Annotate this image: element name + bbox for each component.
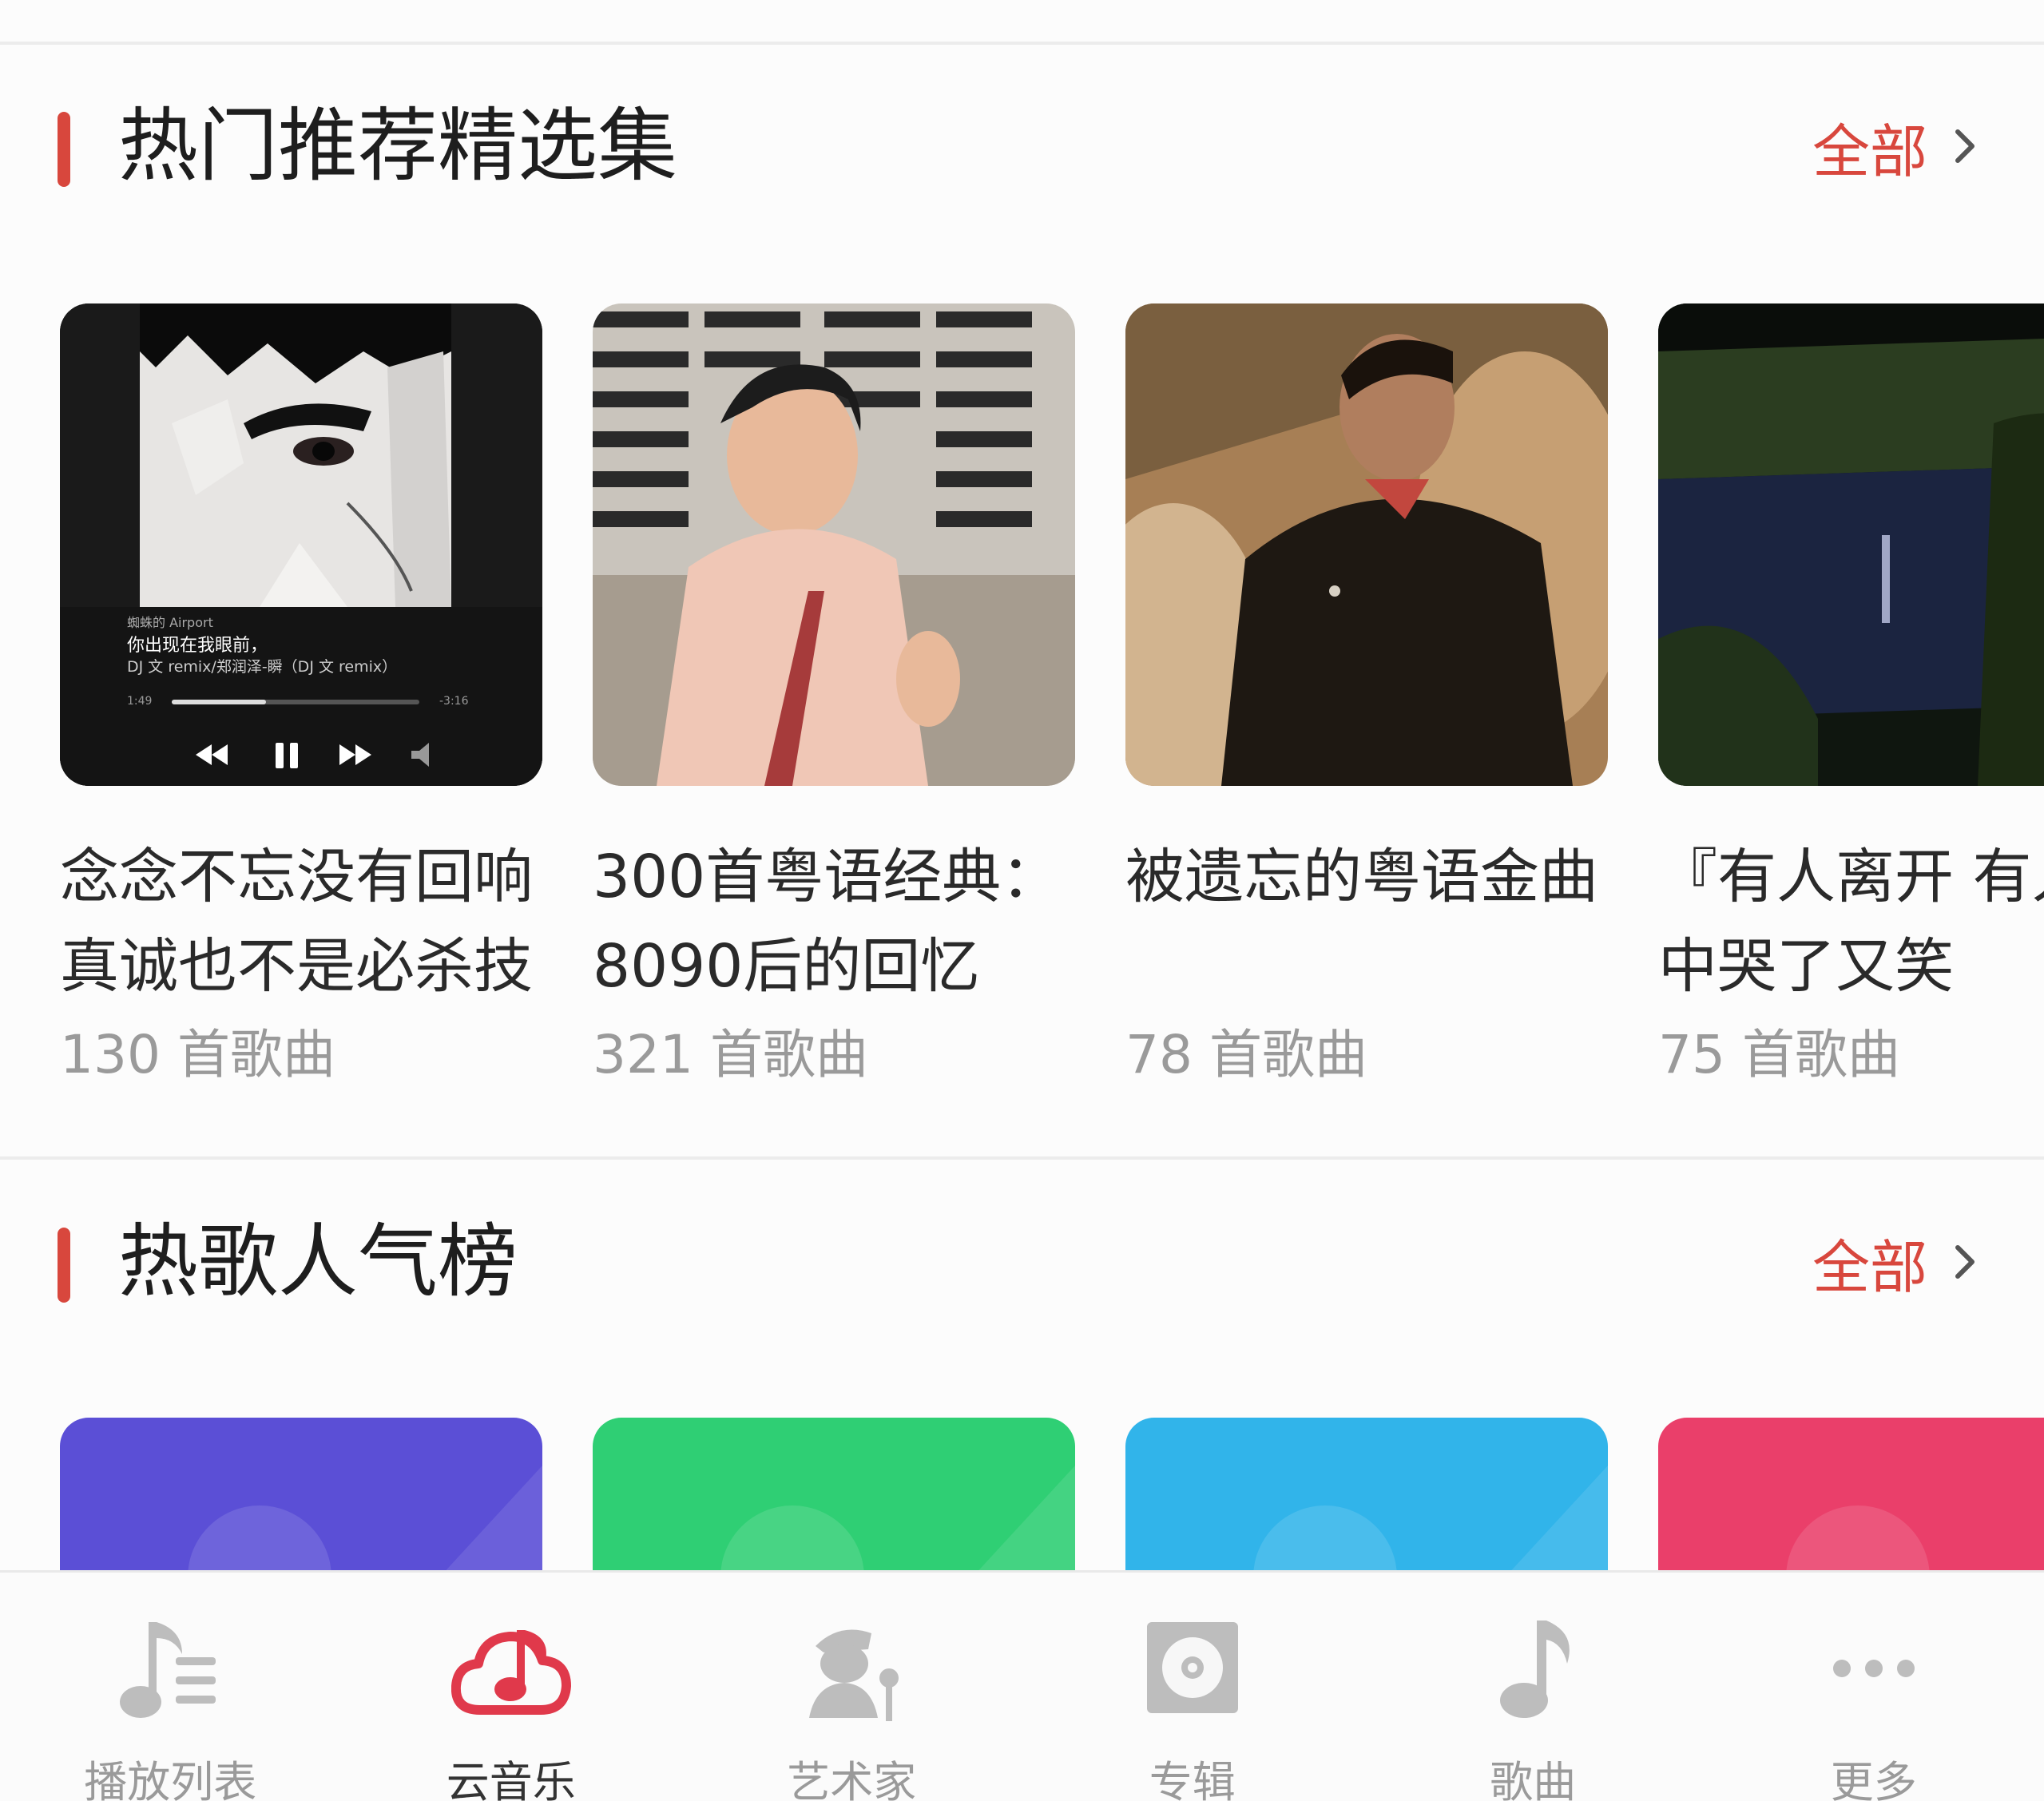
- playlist-title: 『有人离开 有人在雨中哭了又笑: [1658, 843, 2044, 1001]
- photo-laughing-man: [593, 303, 1075, 786]
- featured-section-header: 热门推荐精选集 全部: [0, 94, 2044, 192]
- cover-track: DJ 文 remix/郑润泽-瞬（DJ 文 remix）: [127, 658, 398, 676]
- nav-label: 艺术家: [787, 1757, 917, 1801]
- nav-item-artist[interactable]: 艺术家: [681, 1573, 1022, 1801]
- artist-icon: [792, 1614, 911, 1726]
- playlist-cover: 蜘蛛的 Airport 你出现在我眼前， DJ 文 remix/郑润泽-瞬（DJ…: [60, 303, 542, 786]
- nav-item-more[interactable]: 更多: [1704, 1573, 2044, 1801]
- see-all-label: 全部: [1812, 117, 1927, 185]
- photo-night-pond: [1658, 303, 2044, 786]
- chevron-right-icon: [1955, 1245, 1975, 1279]
- playlist-title: 300首粤语经典：8090后的回忆: [593, 843, 1061, 1001]
- nav-label: 云音乐: [446, 1757, 576, 1801]
- charts-section-header: 热歌人气榜 全部: [0, 1210, 2044, 1308]
- playlist-song-count: 130 首歌曲: [60, 1024, 335, 1085]
- playlist-card[interactable]: 300首粤语经典：8090后的回忆 321 首歌曲: [593, 303, 1075, 1099]
- manga-cover-art: [60, 303, 542, 786]
- pause-icon: [276, 743, 284, 768]
- playlist-cover: [1125, 303, 1608, 786]
- nav-label: 播放列表: [84, 1757, 257, 1801]
- nav-label: 歌曲: [1490, 1757, 1577, 1801]
- player-controls: [196, 743, 429, 768]
- volume-icon: [411, 743, 429, 767]
- music-note-icon: [1473, 1614, 1593, 1726]
- playlist-song-count: 321 首歌曲: [593, 1024, 868, 1085]
- playlist-card[interactable]: 『有人离开 有人在雨中哭了又笑 75 首歌曲: [1658, 303, 2044, 1099]
- nav-item-songs[interactable]: 歌曲: [1363, 1573, 1704, 1801]
- cover-subtitle: 蜘蛛的 Airport: [127, 615, 213, 630]
- cover-remaining: -3:16: [439, 695, 469, 708]
- see-all-label: 全部: [1812, 1233, 1927, 1301]
- music-home-page: 热门推荐精选集 全部 蜘蛛的 Airport 你出现在我眼前， DJ 文 rem…: [0, 0, 2044, 1801]
- featured-section-title: 热门推荐精选集: [118, 99, 677, 192]
- fast-forward-icon: [339, 744, 355, 765]
- playlist-title: 念念不忘没有回响 真诚也不是必杀技: [60, 843, 533, 1001]
- nav-label: 专辑: [1149, 1757, 1236, 1801]
- featured-see-all-link[interactable]: 全部: [1812, 94, 1982, 198]
- charts-section-title: 热歌人气榜: [118, 1215, 518, 1308]
- cover-progress-fill: [172, 700, 266, 704]
- top-divider: [0, 42, 2044, 45]
- cover-progress-track: [172, 700, 419, 704]
- section-accent-bar: [58, 112, 70, 187]
- playlist-card[interactable]: 蜘蛛的 Airport 你出现在我眼前， DJ 文 remix/郑润泽-瞬（DJ…: [60, 303, 542, 1099]
- cloud-music-icon: [450, 1614, 571, 1726]
- cover-lyric: 你出现在我眼前，: [127, 636, 268, 656]
- cover-elapsed: 1:49: [127, 695, 153, 708]
- rewind-icon: [212, 744, 228, 765]
- nav-label: 更多: [1830, 1757, 1917, 1801]
- playlist-song-count: 78 首歌曲: [1125, 1024, 1367, 1085]
- more-icon: [1814, 1614, 1934, 1726]
- playlist-title: 被遗忘的粤语金曲: [1125, 843, 1598, 911]
- album-icon: [1133, 1614, 1252, 1726]
- photo-man-in-chair: [1125, 303, 1608, 786]
- section-divider: [0, 1156, 2044, 1160]
- chevron-right-icon: [1955, 129, 1975, 163]
- playlist-song-count: 75 首歌曲: [1658, 1024, 1900, 1085]
- playlist-card[interactable]: 被遗忘的粤语金曲 78 首歌曲: [1125, 303, 1608, 1099]
- nav-item-playlist[interactable]: 播放列表: [0, 1573, 341, 1801]
- charts-see-all-link[interactable]: 全部: [1812, 1210, 1982, 1314]
- playlist-cover: [1658, 303, 2044, 786]
- playlist-cover: [593, 303, 1075, 786]
- bottom-nav: 播放列表 云音乐 艺术家 专辑 歌曲 更多: [0, 1570, 2044, 1801]
- playlist-icon: [110, 1614, 230, 1726]
- nav-item-cloud-music[interactable]: 云音乐: [341, 1573, 682, 1801]
- section-accent-bar: [58, 1228, 70, 1303]
- nav-item-album[interactable]: 专辑: [1022, 1573, 1363, 1801]
